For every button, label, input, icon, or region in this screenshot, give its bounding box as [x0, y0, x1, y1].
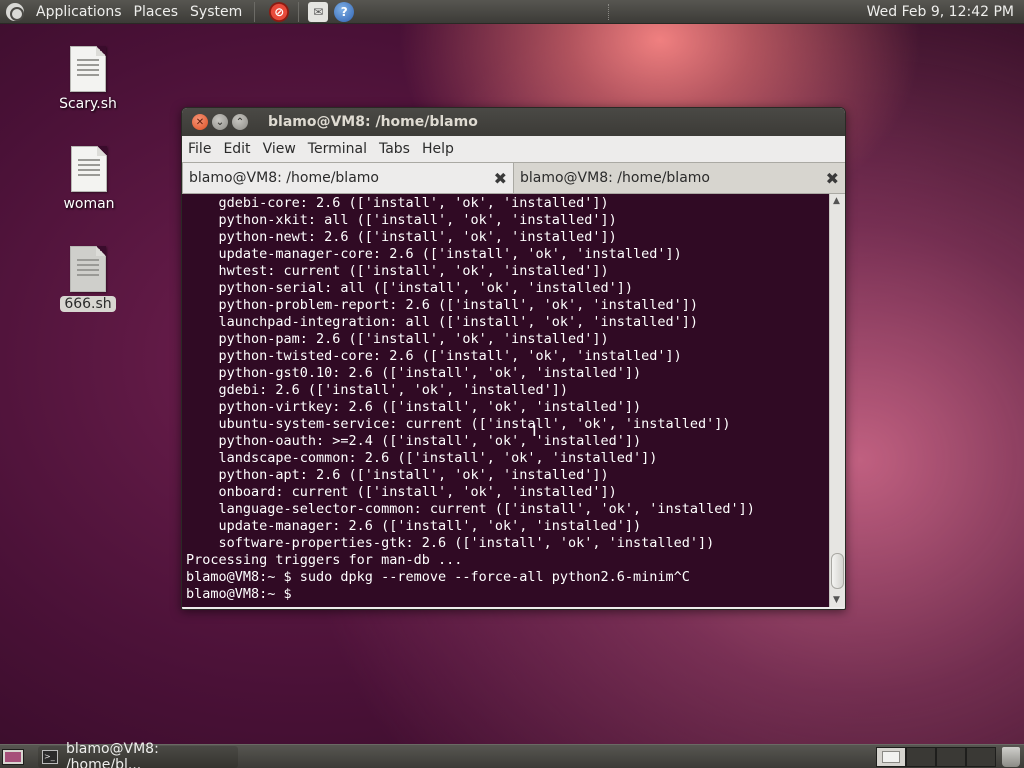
terminal-line: python-oauth: >=2.4 (['install', 'ok', '… — [186, 433, 642, 449]
tab-label: blamo@VM8: /home/blamo — [520, 170, 710, 186]
scroll-down-icon[interactable]: ▼ — [833, 595, 840, 605]
terminal-line: python-pam: 2.6 (['install', 'ok', 'inst… — [186, 331, 609, 347]
terminal-body[interactable]: gdebi-core: 2.6 (['install', 'ok', 'inst… — [182, 194, 845, 607]
taskbar-item-label: blamo@VM8: /home/bl... — [65, 740, 159, 768]
terminal-line: hwtest: current (['install', 'ok', 'inst… — [186, 263, 609, 279]
scrollbar-thumb[interactable] — [831, 553, 844, 589]
scroll-up-icon[interactable]: ▲ — [833, 196, 840, 206]
panel-separator — [607, 3, 610, 20]
window-titlebar[interactable]: ✕ ⌄ ⌃ blamo@VM8: /home/blamo — [182, 108, 845, 136]
workspace-4[interactable] — [966, 746, 996, 767]
tab-label: blamo@VM8: /home/blamo — [189, 170, 379, 186]
desktop-icon-scary-sh[interactable]: Scary.sh — [43, 46, 133, 112]
text-cursor-icon: I — [532, 421, 537, 440]
terminal-line: python-xkit: all (['install', 'ok', 'ins… — [186, 212, 617, 228]
minimize-icon[interactable]: ⌄ — [212, 114, 228, 130]
terminal-line: gdebi: 2.6 (['install', 'ok', 'installed… — [186, 382, 569, 398]
terminal-line: software-properties-gtk: 2.6 (['install'… — [186, 535, 715, 551]
show-desktop-icon[interactable] — [2, 748, 24, 765]
desktop-icon-label: Scary.sh — [59, 96, 117, 112]
menu-view[interactable]: View — [257, 141, 302, 157]
terminal-icon: >_ — [42, 749, 58, 764]
terminal-line: Processing triggers for man-db ... — [186, 552, 463, 568]
tab-2[interactable]: blamo@VM8: /home/blamo ✖ — [514, 162, 845, 193]
scrollbar[interactable]: ▲ ▼ — [829, 194, 845, 607]
menu-tabs[interactable]: Tabs — [373, 141, 416, 157]
menu-edit[interactable]: Edit — [217, 141, 256, 157]
ubuntu-logo-icon[interactable] — [6, 2, 24, 21]
clock[interactable]: Wed Feb 9, 12:42 PM — [861, 4, 1020, 20]
workspace-1[interactable] — [876, 746, 906, 767]
menu-applications[interactable]: Applications — [30, 0, 128, 24]
terminal-line: python-newt: 2.6 (['install', 'ok', 'ins… — [186, 229, 617, 245]
terminal-line: python-apt: 2.6 (['install', 'ok', 'inst… — [186, 467, 609, 483]
trash-icon[interactable] — [1002, 746, 1020, 767]
workspace-switcher — [876, 746, 996, 767]
desktop-icon-label: 666.sh — [60, 296, 116, 312]
text-file-icon — [71, 146, 107, 192]
terminal-line: python-gst0.10: 2.6 (['install', 'ok', '… — [186, 365, 642, 381]
panel-separator — [254, 1, 256, 22]
menu-terminal[interactable]: Terminal — [302, 141, 373, 157]
terminal-line: python-problem-report: 2.6 (['install', … — [186, 297, 699, 313]
script-file-icon — [70, 46, 106, 92]
desktop-icon-woman[interactable]: woman — [44, 146, 134, 212]
stop-icon[interactable]: ⊘ — [269, 1, 290, 22]
terminal-line: blamo@VM8:~ $ — [186, 586, 292, 602]
menu-help[interactable]: Help — [416, 141, 460, 157]
menu-system[interactable]: System — [184, 0, 248, 24]
terminal-line: landscape-common: 2.6 (['install', 'ok',… — [186, 450, 658, 466]
terminal-line: update-manager-core: 2.6 (['install', 'o… — [186, 246, 682, 262]
terminal-line: ubuntu-system-service: current (['instal… — [186, 416, 731, 432]
menu-file[interactable]: File — [182, 141, 217, 157]
terminal-line: python-twisted-core: 2.6 (['install', 'o… — [186, 348, 682, 364]
workspace-2[interactable] — [906, 746, 936, 767]
terminal-line: language-selector-common: current (['ins… — [186, 501, 755, 517]
script-file-icon — [70, 246, 106, 292]
terminal-line: update-manager: 2.6 (['install', 'ok', '… — [186, 518, 642, 534]
terminal-line: onboard: current (['install', 'ok', 'ins… — [186, 484, 617, 500]
terminal-line: python-serial: all (['install', 'ok', 'i… — [186, 280, 634, 296]
terminal-line: launchpad-integration: all (['install', … — [186, 314, 699, 330]
bottom-panel: >_ blamo@VM8: /home/bl... — [0, 741, 1024, 768]
terminal-output[interactable]: gdebi-core: 2.6 (['install', 'ok', 'inst… — [182, 194, 829, 607]
window-title: blamo@VM8: /home/blamo — [268, 114, 478, 130]
desktop-icon-666-sh[interactable]: 666.sh — [43, 246, 133, 312]
help-icon[interactable]: ? — [334, 1, 355, 22]
terminal-line: blamo@VM8:~ $ sudo dpkg --remove --force… — [186, 569, 690, 585]
terminal-window: ✕ ⌄ ⌃ blamo@VM8: /home/blamo File Edit V… — [181, 107, 846, 610]
tab-close-icon[interactable]: ✖ — [826, 169, 839, 188]
mail-icon[interactable]: ✉ — [308, 1, 329, 22]
workspace-3[interactable] — [936, 746, 966, 767]
tab-bar: blamo@VM8: /home/blamo ✖ blamo@VM8: /hom… — [182, 162, 845, 194]
taskbar-item-terminal[interactable]: >_ blamo@VM8: /home/bl... — [38, 741, 238, 768]
maximize-icon[interactable]: ⌃ — [232, 114, 248, 130]
panel-separator — [298, 1, 300, 22]
menu-places[interactable]: Places — [128, 0, 185, 24]
close-icon[interactable]: ✕ — [192, 114, 208, 130]
terminal-line: gdebi-core: 2.6 (['install', 'ok', 'inst… — [186, 195, 609, 211]
tab-1[interactable]: blamo@VM8: /home/blamo ✖ — [182, 162, 514, 193]
terminal-line: python-virtkey: 2.6 (['install', 'ok', '… — [186, 399, 642, 415]
tab-close-icon[interactable]: ✖ — [494, 169, 507, 188]
desktop-icon-label: woman — [63, 196, 115, 212]
top-panel: Applications Places System ⊘ ✉ ? Wed Feb… — [0, 0, 1024, 24]
terminal-menubar: File Edit View Terminal Tabs Help — [182, 136, 845, 162]
